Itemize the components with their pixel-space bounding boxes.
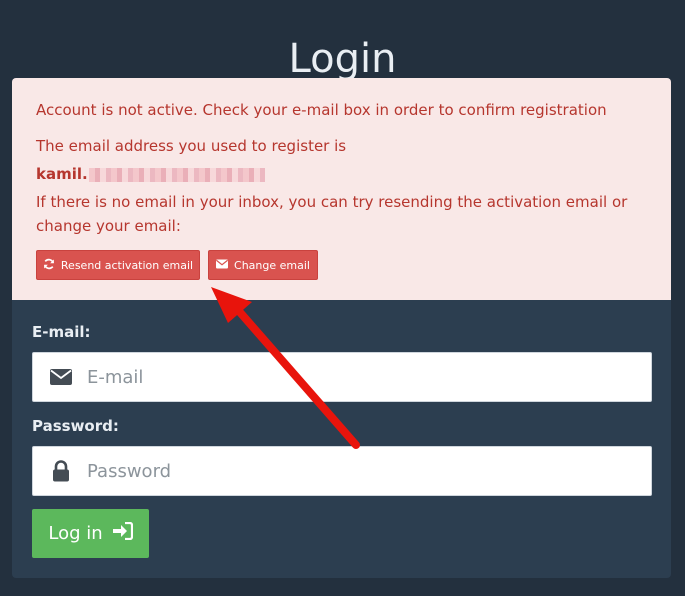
lock-icon: [37, 460, 85, 482]
registered-email-text: kamil.: [36, 165, 88, 183]
password-label: Password:: [32, 417, 119, 435]
alert-message: Account is not active. Check your e-mail…: [36, 101, 607, 119]
alert-instructions: If there is no email in your inbox, you …: [36, 193, 628, 235]
page-title: Login: [288, 35, 397, 82]
email-input[interactable]: [85, 365, 629, 389]
email-label: E-mail:: [32, 323, 91, 341]
inactive-account-alert: Account is not active. Check your e-mail…: [12, 78, 671, 300]
login-button-label: Log in: [48, 523, 103, 544]
envelope-icon: [216, 259, 229, 272]
refresh-icon: [43, 258, 55, 273]
envelope-icon: [37, 369, 85, 385]
sign-in-icon: [112, 521, 133, 545]
email-field-group[interactable]: [32, 352, 652, 402]
registered-email: kamil.: [36, 162, 645, 186]
change-email-button[interactable]: Change email: [208, 250, 318, 280]
alert-email-intro: The email address you used to register i…: [36, 137, 347, 155]
resend-activation-label: Resend activation email: [60, 258, 194, 272]
password-field-group[interactable]: [32, 446, 652, 496]
redacted-email: [88, 167, 265, 182]
change-email-label: Change email: [234, 258, 310, 272]
resend-activation-button[interactable]: Resend activation email: [36, 250, 200, 280]
password-input[interactable]: [85, 459, 629, 483]
login-panel: Account is not active. Check your e-mail…: [12, 78, 671, 578]
login-button[interactable]: Log in: [32, 509, 149, 558]
